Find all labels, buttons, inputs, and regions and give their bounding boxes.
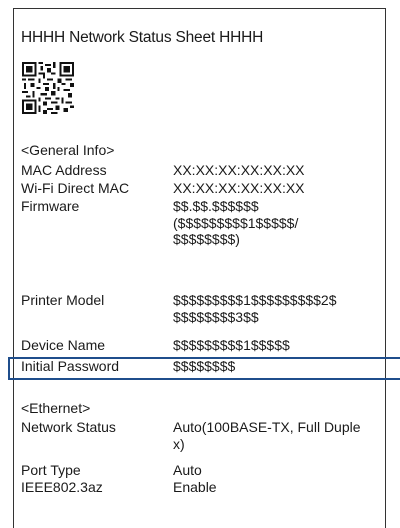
- printer-model-value: $$$$$$$$$1$$$$$$$$$2$ $$$$$$$$3$$: [173, 292, 337, 325]
- printer-model-label: Printer Model: [21, 292, 105, 308]
- ieee8023az-value: Enable: [173, 479, 217, 495]
- general-info-heading: <General Info>: [21, 142, 115, 158]
- network-status-value: Auto(100BASE-TX, Full Duplex): [173, 419, 361, 452]
- firmware-value: $$.$$.$$$$$$ ($$$$$$$$$1$$$$$/ $$$$$$$$): [173, 198, 299, 247]
- network-status-label: Network Status: [21, 419, 116, 435]
- ieee8023az-label: IEEE802.3az: [21, 479, 103, 495]
- device-name-label: Device Name: [21, 337, 106, 353]
- qr-code-icon: [22, 62, 74, 114]
- wifi-direct-mac-value: XX:XX:XX:XX:XX:XX: [173, 180, 305, 196]
- mac-address-value: XX:XX:XX:XX:XX:XX: [173, 162, 305, 178]
- wifi-direct-mac-label: Wi-Fi Direct MAC: [21, 180, 130, 196]
- mac-address-label: MAC Address: [21, 162, 107, 178]
- initial-password-highlight: [8, 357, 400, 380]
- port-type-label: Port Type: [21, 462, 81, 478]
- firmware-label: Firmware: [21, 198, 80, 214]
- ethernet-heading: <Ethernet>: [21, 400, 91, 416]
- sheet-title: HHHH Network Status Sheet HHHH: [21, 29, 264, 46]
- port-type-value: Auto: [173, 462, 202, 478]
- device-name-value: $$$$$$$$$1$$$$$: [173, 337, 290, 353]
